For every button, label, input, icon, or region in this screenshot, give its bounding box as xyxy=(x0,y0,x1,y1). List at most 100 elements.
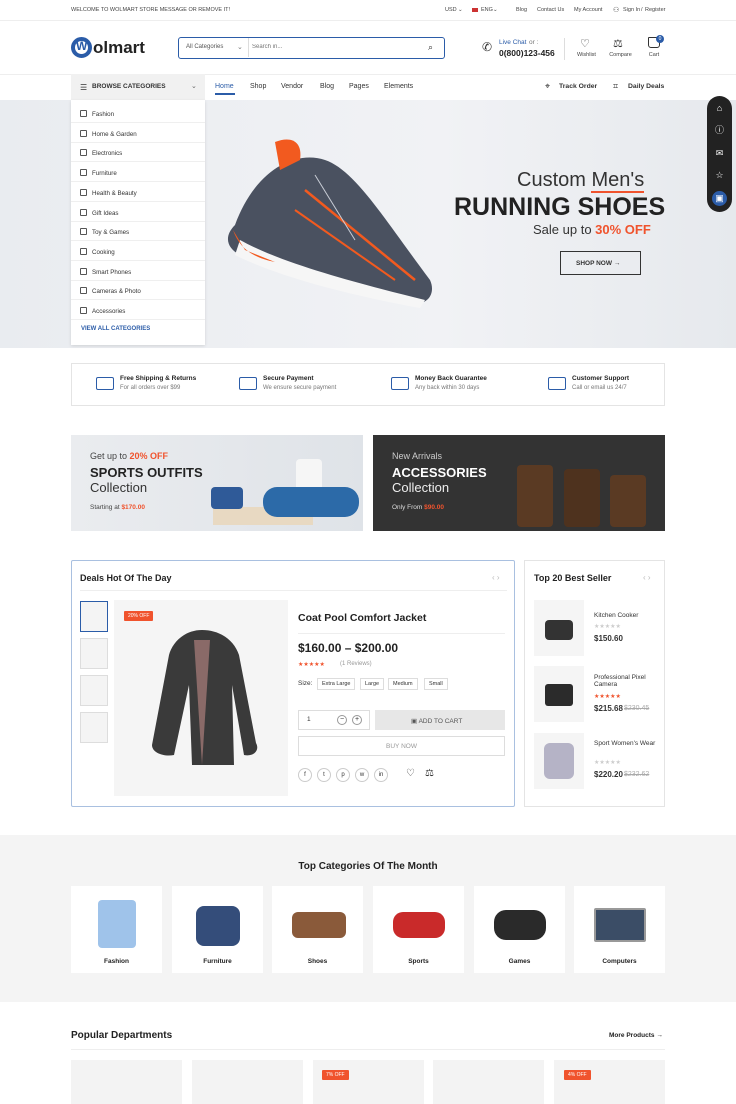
signin-link[interactable]: Sign In xyxy=(623,7,640,13)
track-order-link[interactable]: Track Order xyxy=(559,83,597,90)
category-menu-item[interactable]: Smart Phones xyxy=(71,262,205,281)
search-icon[interactable]: ⌕ xyxy=(428,42,433,53)
chat-icon[interactable]: ✉ xyxy=(712,146,727,161)
product-card[interactable]: 7% OFF xyxy=(313,1060,424,1104)
product-card[interactable] xyxy=(71,1060,182,1104)
seller-name[interactable]: Professional Pixel Camera xyxy=(594,674,656,688)
category-icon xyxy=(80,169,87,177)
add-to-cart-button[interactable]: ▣ ADD TO CART xyxy=(375,710,505,730)
cooker-image xyxy=(545,620,573,640)
size-option[interactable]: Extra Large xyxy=(317,678,356,690)
linkedin-icon[interactable]: in xyxy=(374,768,388,782)
currency-select[interactable]: USD xyxy=(445,7,457,13)
banner-title: SPORTS OUTFITS xyxy=(90,465,203,480)
nav-blog[interactable]: Blog xyxy=(320,83,334,90)
register-link[interactable]: Register xyxy=(645,7,665,13)
plus-icon[interactable]: + xyxy=(352,715,362,725)
language-select[interactable]: ENG xyxy=(481,7,493,13)
twitter-icon[interactable]: t xyxy=(317,768,331,782)
wishlist-label[interactable]: Wishlist xyxy=(573,52,600,58)
browse-categories-button[interactable]: BROWSE CATEGORIES xyxy=(71,74,205,100)
slider-arrows[interactable]: ‹ › xyxy=(643,573,651,582)
category-menu-item[interactable]: Toy & Games xyxy=(71,222,205,242)
heart-icon[interactable]: ♡ xyxy=(406,768,415,779)
thumbnail-3[interactable] xyxy=(80,675,108,706)
product-card[interactable]: 4% OFF xyxy=(554,1060,665,1104)
cart-label[interactable]: Cart xyxy=(644,52,664,58)
bag-icon[interactable]: ▣ xyxy=(712,191,727,206)
search-input[interactable] xyxy=(252,44,412,50)
size-option[interactable]: Medium xyxy=(388,678,418,690)
home-icon[interactable]: ⌂ xyxy=(712,101,727,116)
thumbnail-1[interactable] xyxy=(80,601,108,632)
size-option[interactable]: Small xyxy=(424,678,448,690)
nav-home[interactable]: Home xyxy=(215,83,234,90)
nav-elements[interactable]: Elements xyxy=(384,83,413,90)
seller-image[interactable] xyxy=(534,600,584,656)
live-chat-link[interactable]: Live Chat xyxy=(499,39,526,46)
product-card[interactable] xyxy=(192,1060,303,1104)
bottle-image xyxy=(517,465,553,527)
category-menu-item[interactable]: Home & Garden xyxy=(71,124,205,143)
category-sports[interactable]: Sports xyxy=(373,886,464,973)
heart-icon[interactable]: ♡ xyxy=(580,37,590,50)
compare-icon[interactable]: ⚖ xyxy=(425,768,434,779)
quantity-stepper[interactable]: 1 − + xyxy=(298,710,370,730)
category-menu-item[interactable]: Accessories xyxy=(71,301,205,320)
whatsapp-icon[interactable]: w xyxy=(355,768,369,782)
compare-label[interactable]: Compare xyxy=(605,52,636,58)
discount-badge: 4% OFF xyxy=(564,1070,591,1080)
credit-card-icon xyxy=(239,377,257,390)
facebook-icon[interactable]: f xyxy=(298,768,312,782)
category-menu-item[interactable]: Cooking xyxy=(71,242,205,261)
topbar-link-contact[interactable]: Contact Us xyxy=(537,7,564,13)
product-name[interactable]: Coat Pool Comfort Jacket xyxy=(298,612,426,624)
minus-icon[interactable]: − xyxy=(337,715,347,725)
nav-shop[interactable]: Shop xyxy=(250,83,266,90)
product-card[interactable] xyxy=(433,1060,544,1104)
seller-name[interactable]: Sport Women's Wear xyxy=(594,740,656,747)
topbar-link-blog[interactable]: Blog xyxy=(516,7,527,13)
category-computers[interactable]: Computers xyxy=(574,886,665,973)
topbar-link-account[interactable]: My Account xyxy=(574,7,602,13)
category-fashion[interactable]: Fashion xyxy=(71,886,162,973)
seller-price: $215.68 xyxy=(594,704,623,713)
category-menu-item[interactable]: Cameras & Photo xyxy=(71,281,205,301)
size-option[interactable]: Large xyxy=(360,678,385,690)
seller-name[interactable]: Kitchen Cooker xyxy=(594,612,656,619)
shop-now-button[interactable]: SHOP NOW → xyxy=(560,251,641,275)
category-menu-item[interactable]: Gift Ideas xyxy=(71,203,205,222)
category-shoes[interactable]: Shoes xyxy=(272,886,363,973)
more-products-link[interactable]: More Products → xyxy=(609,1032,663,1039)
category-icon xyxy=(80,267,87,275)
thumbnail-2[interactable] xyxy=(80,638,108,669)
info-icon[interactable]: ⓘ xyxy=(712,123,727,138)
review-count[interactable]: (1 Reviews) xyxy=(340,661,372,667)
category-icon xyxy=(80,208,87,216)
compare-icon[interactable]: ⚖ xyxy=(613,37,623,50)
slider-arrows[interactable]: ‹ › xyxy=(492,573,500,582)
sports-banner[interactable]: Get up to 20% OFF SPORTS OUTFITS Collect… xyxy=(71,435,363,531)
product-image[interactable] xyxy=(114,600,288,796)
nav-vendor[interactable]: Vendor xyxy=(281,83,303,90)
seller-image[interactable] xyxy=(534,733,584,789)
pinterest-icon[interactable]: p xyxy=(336,768,350,782)
logo-text[interactable]: olmart xyxy=(93,38,145,58)
daily-deals-link[interactable]: Daily Deals xyxy=(628,83,664,90)
support-icon xyxy=(548,377,566,390)
category-menu-item[interactable]: Health & Beauty xyxy=(71,183,205,202)
category-games[interactable]: Games xyxy=(474,886,565,973)
nav-pages[interactable]: Pages xyxy=(349,83,369,90)
seller-image[interactable] xyxy=(534,666,584,722)
star-icon[interactable]: ☆ xyxy=(712,168,727,183)
view-all-categories-link[interactable]: VIEW ALL CATEGORIES xyxy=(81,326,150,332)
category-menu-item[interactable]: Fashion xyxy=(71,104,205,123)
category-menu-item[interactable]: Electronics xyxy=(71,143,205,163)
banner-subtitle: Collection xyxy=(90,480,148,495)
thumbnail-4[interactable] xyxy=(80,712,108,743)
category-menu-item[interactable]: Furniture xyxy=(71,163,205,183)
accessories-banner[interactable]: New Arrivals ACCESSORIES Collection Only… xyxy=(373,435,665,531)
category-furniture[interactable]: Furniture xyxy=(172,886,263,973)
hero-sale: Sale up to 30% OFF xyxy=(533,222,651,237)
buy-now-button[interactable]: BUY NOW xyxy=(298,736,505,756)
